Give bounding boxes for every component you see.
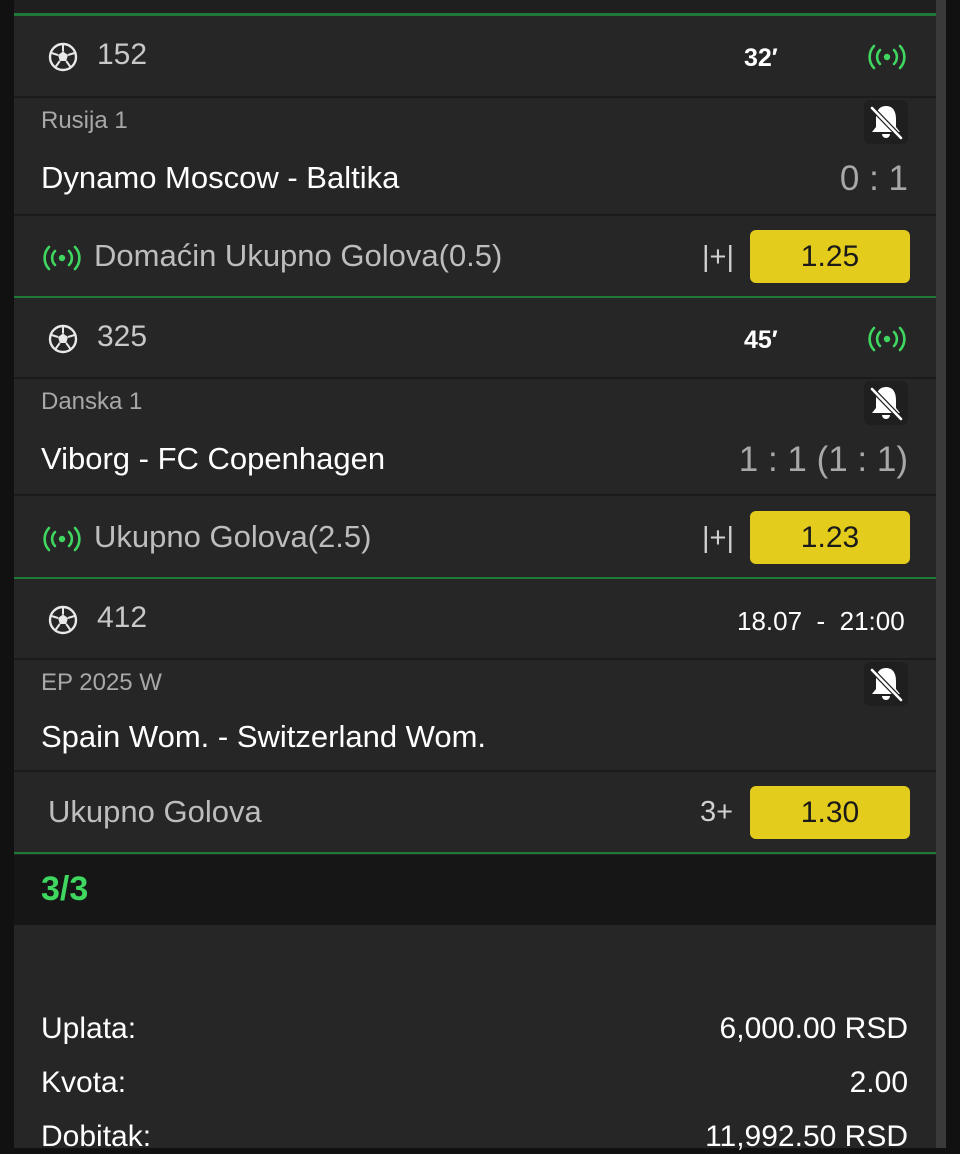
divider	[14, 96, 936, 98]
match-time: 45′	[744, 326, 778, 354]
divider	[14, 658, 936, 660]
live-broadcast-icon	[41, 244, 83, 272]
match-score: 0 : 1	[839, 159, 908, 198]
selection: |+|	[702, 241, 735, 273]
bet-card: 412 18.07 - 21:00 EP 2025 W Spain Wom. -…	[14, 579, 936, 853]
divider	[14, 494, 936, 496]
win-label: Dobitak:	[41, 1120, 152, 1153]
event-code: 325	[97, 320, 148, 353]
payment-value: 6,000.00 RSD	[719, 1012, 908, 1045]
match-time: 32′	[744, 44, 778, 72]
top-strip	[14, 0, 936, 14]
live-broadcast-icon	[41, 525, 83, 553]
divider	[14, 770, 936, 772]
soccer-ball-icon	[48, 605, 78, 635]
ticket-screen: 152 32′ Rusija 1 Dynamo Moscow - Baltika…	[0, 0, 960, 1153]
matches-count: 3/3	[41, 870, 89, 908]
odds-label: Kvota:	[41, 1066, 127, 1099]
market-name: Ukupno Golova	[48, 794, 262, 829]
bell-off-icon[interactable]	[864, 381, 908, 425]
odd-button[interactable]: 1.25	[750, 230, 910, 283]
match-name[interactable]: Viborg - FC Copenhagen	[41, 441, 385, 477]
event-code: 412	[97, 601, 148, 634]
selection: 3+	[700, 796, 734, 828]
win-value: 11,992.50 RSD	[705, 1120, 908, 1153]
selection: |+|	[702, 522, 735, 554]
bell-off-icon[interactable]	[864, 662, 908, 706]
bet-card: 152 32′ Rusija 1 Dynamo Moscow - Baltika…	[14, 16, 936, 298]
league-name: Danska 1	[41, 388, 143, 415]
market-name: Ukupno Golova(2.5)	[94, 519, 372, 554]
live-broadcast-icon	[866, 43, 908, 71]
divider	[14, 214, 936, 216]
ticket-panel: 152 32′ Rusija 1 Dynamo Moscow - Baltika…	[14, 0, 936, 1153]
league-name: Rusija 1	[41, 107, 128, 134]
odd-button[interactable]: 1.30	[750, 786, 910, 839]
soccer-ball-icon	[48, 42, 78, 72]
divider	[14, 377, 936, 379]
odds-value: 2.00	[849, 1066, 908, 1099]
soccer-ball-icon	[48, 324, 78, 354]
league-name: EP 2025 W	[41, 669, 162, 696]
payment-label: Uplata:	[41, 1012, 137, 1045]
match-name[interactable]: Dynamo Moscow - Baltika	[41, 160, 399, 196]
odd-button[interactable]: 1.23	[750, 511, 910, 564]
match-start-time: 18.07 - 21:00	[737, 606, 905, 636]
event-code: 152	[97, 38, 148, 71]
scrollbar[interactable]	[936, 0, 946, 1148]
divider-line	[14, 852, 936, 854]
match-name[interactable]: Spain Wom. - Switzerland Wom.	[41, 719, 486, 755]
match-score: 1 : 1 (1 : 1)	[738, 440, 908, 479]
live-broadcast-icon	[866, 325, 908, 353]
market-name: Domaćin Ukupno Golova(0.5)	[94, 238, 503, 273]
count-band	[14, 855, 936, 925]
bet-card: 325 45′ Danska 1 Viborg - FC Copenhagen …	[14, 298, 936, 580]
bell-off-icon[interactable]	[864, 100, 908, 144]
